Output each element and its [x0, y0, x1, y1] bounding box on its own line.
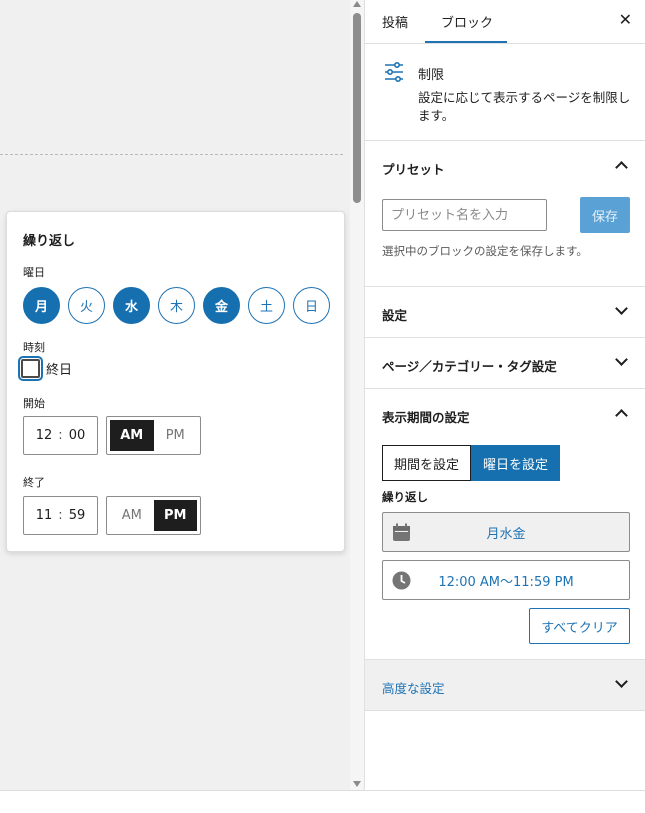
day-button-wed[interactable]: 水 — [113, 287, 150, 324]
sidebar-tabs: 投稿 ブロック ✕ — [365, 0, 645, 44]
start-minute[interactable]: 00 — [69, 428, 86, 443]
canvas-scrollbar[interactable] — [350, 0, 364, 790]
weekday-label: 曜日 — [23, 266, 45, 279]
advanced-panel-toggle[interactable]: 高度な設定 — [365, 659, 645, 711]
end-am-button[interactable]: AM — [110, 500, 154, 531]
day-button-tue[interactable]: 火 — [68, 287, 105, 324]
day-button-fri[interactable]: 金 — [203, 287, 240, 324]
time-separator: : — [58, 428, 63, 443]
all-day-checkbox[interactable] — [18, 356, 43, 381]
repeat-popover: 繰り返し 曜日 月 火 水 木 金 土 日 時刻 終日 開始 12 : 00 A… — [6, 211, 345, 552]
end-label: 終了 — [23, 476, 45, 489]
end-minute[interactable]: 59 — [69, 508, 86, 523]
mode-weekday-button[interactable]: 曜日を設定 — [471, 445, 561, 481]
repeat-time-value: 12:00 AM～11:59 PM — [438, 574, 574, 590]
tab-block[interactable]: ブロック — [441, 12, 493, 31]
settings-panel-toggle[interactable]: 設定 — [365, 287, 645, 338]
block-divider — [0, 154, 343, 155]
close-icon[interactable]: ✕ — [619, 10, 632, 29]
popover-title: 繰り返し — [23, 234, 76, 249]
status-strip — [0, 790, 645, 813]
preset-help-text: 選択中のブロックの設定を保存します。 — [382, 244, 588, 258]
end-ampm-toggle: AM PM — [106, 496, 201, 535]
calendar-icon — [393, 523, 410, 541]
block-name: 制限 — [418, 68, 445, 83]
active-tab-indicator — [425, 41, 507, 43]
block-card: 制限 設定に応じて表示するページを制限します。 — [365, 44, 645, 141]
start-time-input[interactable]: 12 : 00 — [23, 416, 98, 455]
repeat-days-value: 月水金 — [486, 526, 526, 542]
settings-sidebar: 投稿 ブロック ✕ 制限 設定に応じて表示するページを制限します。 プリセット … — [364, 0, 645, 790]
tab-post[interactable]: 投稿 — [382, 12, 408, 31]
advanced-panel-title: 高度な設定 — [382, 681, 445, 696]
preset-name-input[interactable] — [382, 199, 547, 231]
time-label: 時刻 — [23, 341, 45, 354]
end-pm-button[interactable]: PM — [153, 500, 197, 531]
start-am-button[interactable]: AM — [110, 420, 154, 451]
repeat-label: 繰り返し — [382, 490, 428, 504]
display-period-panel-title: 表示期間の設定 — [382, 410, 470, 425]
preset-panel-title: プリセット — [382, 162, 445, 177]
block-description: 設定に応じて表示するページを制限します。 — [418, 90, 631, 123]
day-button-sun[interactable]: 日 — [293, 287, 330, 324]
preset-panel-toggle[interactable]: プリセット — [365, 141, 645, 191]
period-mode-toggle: 期間を設定 曜日を設定 — [382, 445, 561, 481]
time-separator: : — [58, 508, 63, 523]
page-category-panel-title: ページ／カテゴリー・タグ設定 — [382, 359, 557, 374]
editor-window: 繰り返し 曜日 月 火 水 木 金 土 日 時刻 終日 開始 12 : 00 A… — [0, 0, 645, 813]
start-ampm-toggle: AM PM — [106, 416, 201, 455]
day-button-mon[interactable]: 月 — [23, 287, 60, 324]
start-pm-button[interactable]: PM — [154, 420, 198, 451]
chevron-down-icon — [615, 353, 628, 366]
all-day-label: 終日 — [46, 363, 73, 378]
clear-all-button[interactable]: すべてクリア — [529, 608, 630, 644]
scroll-down-arrow-icon[interactable] — [353, 781, 361, 787]
chevron-up-icon — [615, 409, 628, 422]
mode-period-button[interactable]: 期間を設定 — [382, 445, 472, 481]
start-hour[interactable]: 12 — [36, 428, 53, 443]
sliders-icon — [385, 61, 403, 83]
end-time-input[interactable]: 11 : 59 — [23, 496, 98, 535]
chevron-up-icon — [615, 161, 628, 174]
day-button-thu[interactable]: 木 — [158, 287, 195, 324]
clock-icon — [392, 571, 411, 590]
repeat-time-button[interactable]: 12:00 AM～11:59 PM — [382, 560, 630, 600]
display-period-panel-toggle[interactable]: 表示期間の設定 — [365, 389, 645, 440]
end-hour[interactable]: 11 — [36, 508, 53, 523]
repeat-days-button[interactable]: 月水金 — [382, 512, 630, 552]
scroll-up-arrow-icon[interactable] — [353, 1, 361, 7]
page-category-panel-toggle[interactable]: ページ／カテゴリー・タグ設定 — [365, 338, 645, 389]
day-button-sat[interactable]: 土 — [248, 287, 285, 324]
chevron-down-icon — [615, 302, 628, 315]
scroll-thumb[interactable] — [353, 13, 361, 203]
save-preset-button[interactable]: 保存 — [580, 197, 630, 233]
settings-panel-title: 設定 — [382, 308, 408, 323]
chevron-down-icon — [615, 675, 628, 688]
start-label: 開始 — [23, 397, 45, 410]
all-day-toggle[interactable]: 終日 — [18, 356, 73, 381]
weekday-picker: 月 火 水 木 金 土 日 — [23, 287, 330, 324]
